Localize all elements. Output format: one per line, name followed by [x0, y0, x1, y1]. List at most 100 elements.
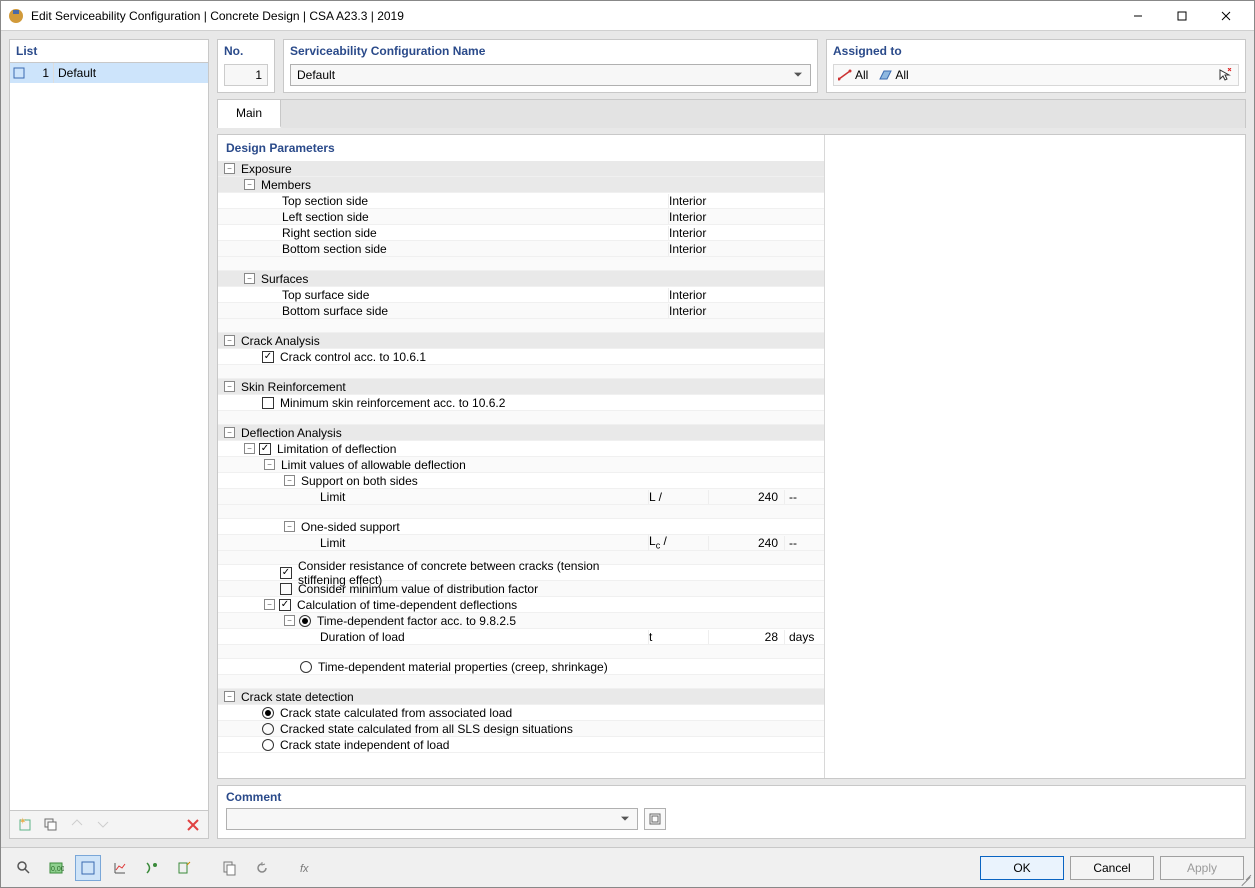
tab-main[interactable]: Main — [218, 100, 281, 128]
units-icon[interactable]: 0,00 — [43, 855, 69, 881]
surface-row[interactable]: Top surface sideInterior — [218, 287, 824, 303]
td-factor-label: Time-dependent factor acc. to 9.8.2.5 — [315, 614, 648, 628]
crack-state-opt2[interactable]: Cracked state calculated from all SLS de… — [218, 721, 824, 737]
min-skin-checkbox[interactable] — [262, 397, 274, 409]
crack-state-radio-3[interactable] — [262, 739, 274, 751]
tension-stiff-checkbox[interactable] — [280, 567, 292, 579]
profile-icon[interactable] — [139, 855, 165, 881]
member-value: Interior — [668, 210, 784, 224]
cancel-button[interactable]: Cancel — [1070, 856, 1154, 880]
assigned-surfaces[interactable]: All — [878, 68, 908, 82]
fx-icon[interactable]: fx — [295, 855, 321, 881]
collapse-icon[interactable]: − — [264, 599, 275, 610]
spacer-row — [218, 505, 824, 519]
crack-state-opt1[interactable]: Crack state calculated from associated l… — [218, 705, 824, 721]
support-both-row[interactable]: − Support on both sides — [218, 473, 824, 489]
member-row[interactable]: Right section sideInterior — [218, 225, 824, 241]
limit-one-row[interactable]: Limit Lc / 240 -- — [218, 535, 824, 551]
close-button[interactable] — [1204, 2, 1248, 30]
crack-state-radio-2[interactable] — [262, 723, 274, 735]
member-row[interactable]: Bottom section sideInterior — [218, 241, 824, 257]
copy-item-icon[interactable] — [40, 814, 62, 836]
crack-control-row[interactable]: Crack control acc. to 10.6.1 — [218, 349, 824, 365]
member-row[interactable]: Left section sideInterior — [218, 209, 824, 225]
spacer-row — [218, 675, 824, 689]
surfaces-node[interactable]: − Surfaces — [218, 271, 824, 287]
td-material-radio[interactable] — [300, 661, 312, 673]
collapse-icon[interactable]: − — [224, 163, 235, 174]
limit-values-row[interactable]: − Limit values of allowable deflection — [218, 457, 824, 473]
tension-stiff-row[interactable]: Consider resistance of concrete between … — [218, 565, 824, 581]
view-icon[interactable] — [75, 855, 101, 881]
one-sided-row[interactable]: − One-sided support — [218, 519, 824, 535]
crack-analysis-label: Crack Analysis — [239, 334, 648, 348]
deflection-analysis-node[interactable]: − Deflection Analysis — [218, 425, 824, 441]
comment-combo[interactable] — [226, 808, 638, 830]
search-icon[interactable] — [11, 855, 37, 881]
min-skin-reinforcement-row[interactable]: Minimum skin reinforcement acc. to 10.6.… — [218, 395, 824, 411]
collapse-icon[interactable]: − — [224, 335, 235, 346]
resize-grip[interactable] — [1240, 873, 1252, 885]
select-in-model-icon[interactable] — [1216, 66, 1234, 84]
limitation-row[interactable]: − Limitation of deflection — [218, 441, 824, 457]
calc-time-dep-row[interactable]: − Calculation of time-dependent deflecti… — [218, 597, 824, 613]
limit-unit: -- — [784, 536, 824, 550]
apply-button[interactable]: Apply — [1160, 856, 1244, 880]
calc-time-dep-checkbox[interactable] — [279, 599, 291, 611]
ok-button[interactable]: OK — [980, 856, 1064, 880]
duration-value[interactable]: 28 — [708, 630, 784, 644]
ref-icon[interactable] — [171, 855, 197, 881]
chart-icon[interactable] — [107, 855, 133, 881]
reset-icon[interactable] — [249, 855, 275, 881]
collapse-icon[interactable]: − — [284, 615, 295, 626]
collapse-icon[interactable]: − — [244, 273, 255, 284]
member-row[interactable]: Top section sideInterior — [218, 193, 824, 209]
skin-reinforcement-node[interactable]: − Skin Reinforcement — [218, 379, 824, 395]
collapse-icon[interactable]: − — [284, 475, 295, 486]
collapse-icon[interactable]: − — [244, 443, 255, 454]
min-dist-checkbox[interactable] — [280, 583, 292, 595]
surface-row[interactable]: Bottom surface sideInterior — [218, 303, 824, 319]
exposure-node[interactable]: − Exposure — [218, 161, 824, 177]
delete-item-icon[interactable] — [182, 814, 204, 836]
list-body[interactable]: 1 Default — [9, 62, 209, 811]
collapse-icon[interactable]: − — [244, 179, 255, 190]
maximize-button[interactable] — [1160, 2, 1204, 30]
crack-state-opt3[interactable]: Crack state independent of load — [218, 737, 824, 753]
td-material-row[interactable]: Time-dependent material properties (cree… — [218, 659, 824, 675]
assigned-header: Assigned to — [827, 40, 1245, 62]
assigned-all-1: All — [855, 68, 868, 82]
collapse-icon[interactable]: − — [224, 691, 235, 702]
collapse-icon[interactable]: − — [284, 521, 295, 532]
limitation-checkbox[interactable] — [259, 443, 271, 455]
comment-edit-button[interactable] — [644, 808, 666, 830]
duration-row[interactable]: Duration of load t 28 days — [218, 629, 824, 645]
copy-icon[interactable] — [217, 855, 243, 881]
crack-state-radio-1[interactable] — [262, 707, 274, 719]
collapse-icon[interactable]: − — [264, 459, 275, 470]
no-header: No. — [218, 40, 274, 62]
assigned-members[interactable]: All — [838, 68, 868, 82]
name-select[interactable]: Default — [290, 64, 811, 86]
crack-control-checkbox[interactable] — [262, 351, 274, 363]
min-dist-factor-row[interactable]: Consider minimum value of distribution f… — [218, 581, 824, 597]
td-factor-row[interactable]: − Time-dependent factor acc. to 9.8.2.5 — [218, 613, 824, 629]
collapse-icon[interactable]: − — [224, 427, 235, 438]
no-field[interactable]: 1 — [224, 64, 268, 86]
limit-value[interactable]: 240 — [708, 490, 784, 504]
td-factor-radio[interactable] — [299, 615, 311, 627]
limit-value[interactable]: 240 — [708, 536, 784, 550]
crack-analysis-node[interactable]: − Crack Analysis — [218, 333, 824, 349]
new-item-icon[interactable]: ✶ — [14, 814, 36, 836]
support-both-label: Support on both sides — [299, 474, 648, 488]
member-side: Left section side — [280, 210, 668, 224]
list-item[interactable]: 1 Default — [10, 63, 208, 83]
limit-both-row[interactable]: Limit L / 240 -- — [218, 489, 824, 505]
assigned-row: All All — [833, 64, 1239, 86]
minimize-button[interactable] — [1116, 2, 1160, 30]
members-node[interactable]: − Members — [218, 177, 824, 193]
crack-state-node[interactable]: − Crack state detection — [218, 689, 824, 705]
member-value: Interior — [668, 194, 784, 208]
spacer-row — [218, 645, 824, 659]
collapse-icon[interactable]: − — [224, 381, 235, 392]
